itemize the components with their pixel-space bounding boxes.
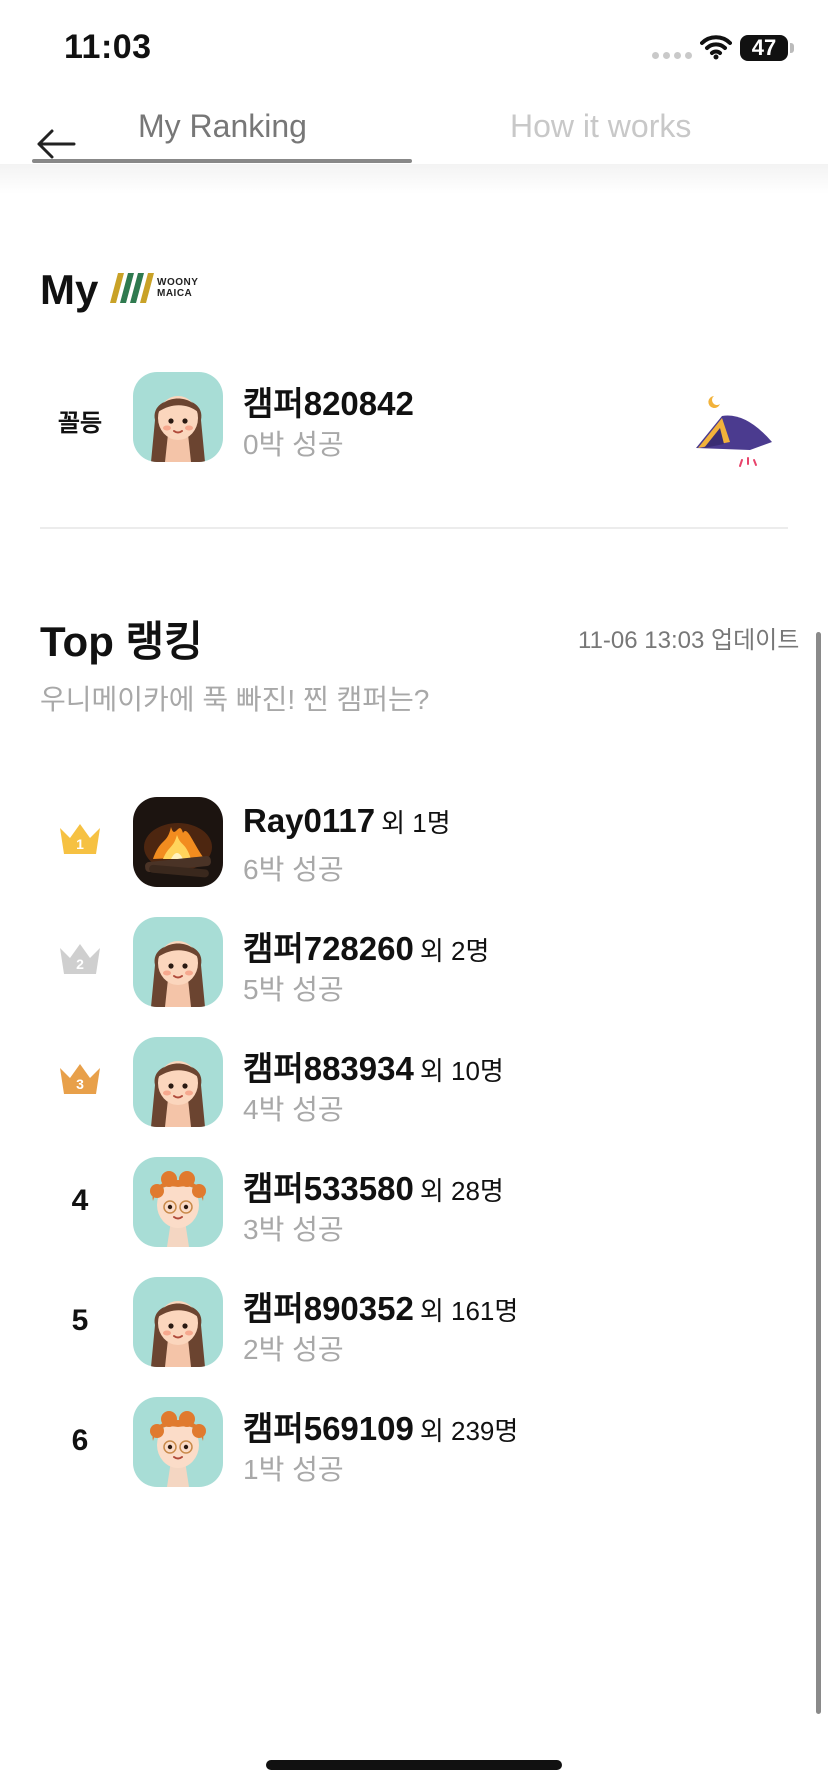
tent-icon [690, 392, 780, 477]
rank-4-number: 4 [71, 1184, 89, 1217]
rank-1-name: Ray0117 외 1명 [243, 802, 451, 840]
rank-5-extra: 외 161명 [419, 1296, 519, 1326]
my-user-name: 캠퍼820842 [243, 385, 414, 422]
rank-1-extra: 외 1명 [381, 808, 451, 838]
tab-my-ranking[interactable]: My Ranking [138, 108, 307, 145]
rank-4-name: 캠퍼533580 외 28명 [243, 1162, 504, 1210]
rank-5-avatar [133, 1277, 223, 1367]
status-time: 11:03 [64, 28, 152, 66]
battery-icon: 47 [740, 35, 788, 61]
my-user-result: 0박 성공 [243, 429, 344, 460]
tab-how-it-works[interactable]: How it works [510, 108, 691, 145]
rank-3-avatar [133, 1037, 223, 1127]
rank-1-user: Ray0117 [243, 802, 376, 839]
rank-5-result: 2박 성공 [243, 1334, 344, 1365]
rank-3-number: 3 [76, 1076, 84, 1092]
wifi-icon [700, 34, 732, 65]
my-avatar [133, 372, 223, 462]
rank-3-name: 캠퍼883934 외 10명 [243, 1042, 504, 1090]
section-divider [40, 527, 788, 529]
rank-3-crown-icon: 3 [58, 1062, 102, 1101]
active-tab-indicator [32, 159, 412, 163]
rank-3-result: 4박 성공 [243, 1094, 344, 1125]
rank-2-extra: 외 2명 [419, 936, 490, 966]
rank-4-avatar [133, 1157, 223, 1247]
rank-1-crown-icon: 1 [58, 822, 102, 861]
vertical-scrollbar[interactable] [816, 632, 821, 1714]
logo-text-line2: MAICA [157, 288, 193, 299]
my-rank: 꼴등 [57, 410, 103, 437]
rank-6-extra: 외 239명 [419, 1416, 519, 1446]
rank-5-number: 5 [71, 1304, 89, 1337]
rank-2-crown-icon: 2 [58, 942, 102, 981]
rank-6-name: 캠퍼569109 외 239명 [243, 1402, 518, 1450]
rank-6-result: 1박 성공 [243, 1454, 344, 1485]
rank-6-user: 캠퍼569109 [243, 1410, 414, 1447]
back-arrow-icon[interactable] [34, 124, 78, 164]
rank-2-number: 2 [76, 956, 84, 972]
woonymaica-logo: WOONY MAICA [110, 273, 198, 303]
rank-4-user: 캠퍼533580 [243, 1170, 414, 1207]
battery-cap [790, 43, 794, 53]
cellular-signal-icon [652, 52, 692, 59]
rank-3-user: 캠퍼883934 [243, 1050, 414, 1087]
rank-1-result: 6박 성공 [243, 854, 344, 885]
rank-2-user: 캠퍼728260 [243, 930, 414, 967]
top-ranking-subtitle: 우니메이카에 푹 빠진! 찐 캠퍼는? [40, 684, 430, 715]
rank-2-avatar [133, 917, 223, 1007]
rank-5-name: 캠퍼890352 외 161명 [243, 1282, 518, 1330]
rank-2-name: 캠퍼728260 외 2명 [243, 922, 489, 970]
rank-6-number: 6 [71, 1424, 89, 1457]
rank-5-user: 캠퍼890352 [243, 1290, 414, 1327]
rank-1-avatar [133, 797, 223, 887]
header-shadow [0, 164, 828, 194]
rank-1-number: 1 [76, 836, 84, 852]
logo-text-line1: WOONY [157, 277, 199, 288]
rank-2-result: 5박 성공 [243, 974, 344, 1005]
woonymaica-logo-mark [110, 273, 154, 303]
rank-4-extra: 외 28명 [419, 1176, 504, 1206]
home-indicator[interactable] [266, 1760, 562, 1770]
rank-6-avatar [133, 1397, 223, 1487]
update-timestamp: 11-06 13:03 업데이트 [578, 627, 800, 654]
rank-4-result: 3박 성공 [243, 1214, 344, 1245]
rank-3-extra: 외 10명 [419, 1056, 504, 1086]
my-section-title: My [40, 266, 99, 313]
top-ranking-title: Top 랭킹 [40, 618, 203, 665]
